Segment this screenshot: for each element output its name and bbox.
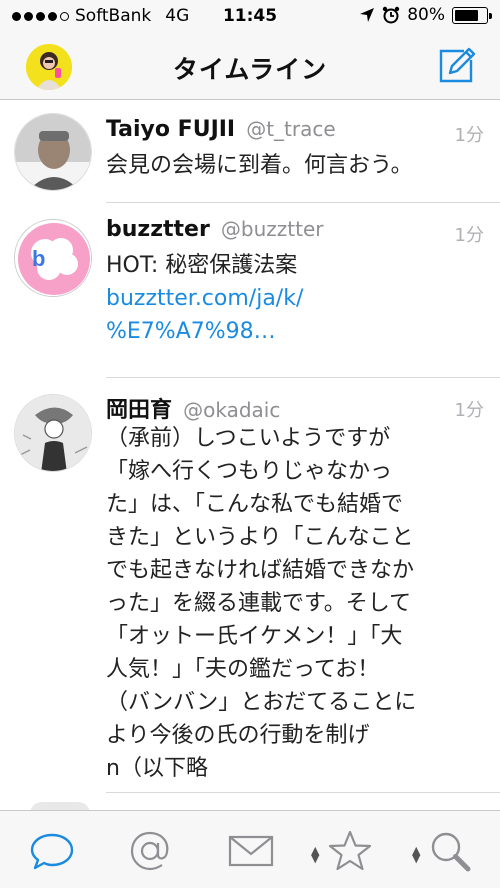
- tweet-item[interactable]: 岡田育 @okadaic 1分 （承前）しつこいようですが 「嫁へ行くつもりじゃ…: [0, 378, 500, 793]
- tweet-author-name[interactable]: Taiyo FUJII: [106, 117, 235, 142]
- sort-toggle-icon[interactable]: ▲ ▼: [311, 845, 319, 864]
- divider: [106, 792, 500, 793]
- tweet-time: 1分: [454, 400, 484, 421]
- tweet-avatar[interactable]: b: [14, 219, 92, 297]
- battery-percent: 80%: [407, 5, 445, 25]
- tweet-author-name[interactable]: 岡田育: [106, 398, 172, 423]
- tab-bar: ▲ ▼ ▲ ▼: [0, 810, 500, 888]
- tweet-text: （承前）しつこいようですが 「嫁へ行くつもりじゃなかっ た」は、「こんな私でも結…: [106, 422, 484, 785]
- tweet-text-line: きた」というより「こんなこと: [106, 525, 414, 550]
- star-icon[interactable]: [326, 827, 374, 875]
- search-icon[interactable]: [426, 827, 474, 875]
- tweet-link[interactable]: buzztter.com/ja/k/: [106, 282, 484, 315]
- at-icon[interactable]: [126, 827, 174, 875]
- app-screen: SoftBank 4G 11:45 80% タイムライン Taiyo FUJII…: [0, 0, 500, 888]
- navigation-bar: タイムライン: [0, 34, 500, 100]
- mail-icon[interactable]: [226, 827, 276, 875]
- location-arrow-icon: [360, 8, 375, 22]
- tweet-item[interactable]: b buzztter @buzztter 1分 HOT: 秘密保護法案 buzz…: [0, 203, 500, 378]
- alarm-clock-icon: [383, 6, 400, 24]
- timeline-list[interactable]: Taiyo FUJII @t_trace 1分 会見の会場に到着。何言おう。 b: [0, 101, 500, 793]
- tweet-time: 1分: [454, 125, 484, 146]
- speech-bubble-icon[interactable]: [28, 827, 76, 875]
- svg-text:b: b: [32, 246, 45, 271]
- tweet-text-line: た」は、「こんな私でも結婚で: [106, 492, 404, 517]
- tweet-text-line: った」を綴る連載です。そして: [106, 591, 412, 616]
- battery-icon: [452, 6, 492, 24]
- page-title: タイムライン: [172, 55, 328, 84]
- tweet-text-line: でも起きなければ結婚できなか: [106, 558, 415, 583]
- tweet-text-line: より今後の氏の行動を制げ: [106, 723, 370, 748]
- tweet-text-line: （承前）しつこいようですが: [106, 426, 391, 451]
- tweet-time: 1分: [454, 225, 484, 246]
- tweet-author-handle: @t_trace: [246, 117, 336, 141]
- tweet-avatar[interactable]: [14, 394, 92, 472]
- tweet-text-line: （バンバン」とおだてることに: [106, 690, 417, 715]
- status-bar: SoftBank 4G 11:45 80%: [0, 0, 500, 34]
- tweet-text: HOT: 秘密保護法案: [106, 253, 298, 278]
- tweet-item[interactable]: Taiyo FUJII @t_trace 1分 会見の会場に到着。何言おう。: [0, 101, 500, 203]
- tweet-author-handle: @okadaic: [183, 398, 281, 422]
- tweet-text-line: 「オットー氏イケメン！」「大: [106, 624, 403, 649]
- tweet-text-line: 人気！」「夫の鑑だってお！: [106, 657, 380, 682]
- tweet-text-line: n（以下略: [106, 756, 208, 781]
- tweet-author-handle: @buzztter: [220, 217, 324, 241]
- tweet-link-continued[interactable]: %E7%A7%98…: [106, 315, 484, 348]
- tweet-text-line: 「嫁へ行くつもりじゃなかっ: [106, 459, 393, 484]
- tweet-text: 会見の会場に到着。何言おう。: [106, 153, 413, 178]
- compose-icon[interactable]: [436, 46, 476, 86]
- sort-toggle-icon[interactable]: ▲ ▼: [412, 845, 420, 864]
- tweet-author-name[interactable]: buzztter: [106, 217, 210, 242]
- tweet-avatar[interactable]: [14, 113, 92, 191]
